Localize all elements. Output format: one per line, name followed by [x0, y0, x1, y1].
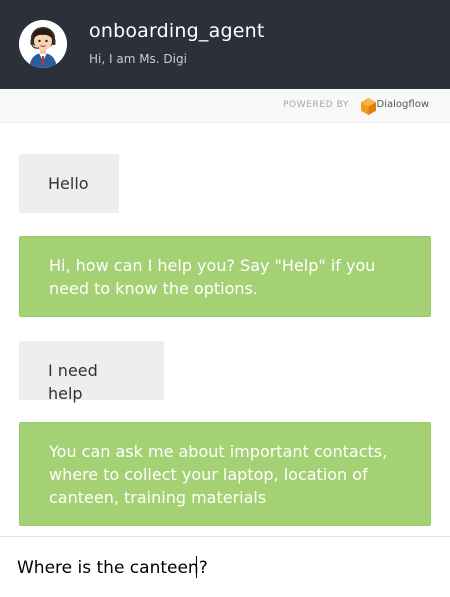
- agent-name: onboarding_agent: [89, 20, 265, 42]
- powered-by-label: POWERED BY: [282, 100, 349, 110]
- user-message: I need help: [19, 341, 164, 403]
- text-caret: [196, 556, 197, 578]
- dialogflow-brand-label: Dialogflow: [376, 99, 429, 110]
- bot-message: You can ask me about important contacts,…: [19, 422, 431, 526]
- agent-avatar-icon: [19, 20, 67, 68]
- message-input-bar: [0, 536, 450, 597]
- user-message: Hello: [19, 154, 119, 213]
- bot-message: Hi, how can I help you? Say "Help" if yo…: [19, 236, 431, 317]
- powered-by-bar: POWERED BY Dialogflow: [0, 89, 450, 123]
- dialogflow-logo-icon: [361, 98, 376, 115]
- message-input[interactable]: [17, 555, 427, 581]
- agent-subtitle: Hi, I am Ms. Digi: [89, 52, 187, 66]
- chat-header: onboarding_agent Hi, I am Ms. Digi: [0, 0, 450, 89]
